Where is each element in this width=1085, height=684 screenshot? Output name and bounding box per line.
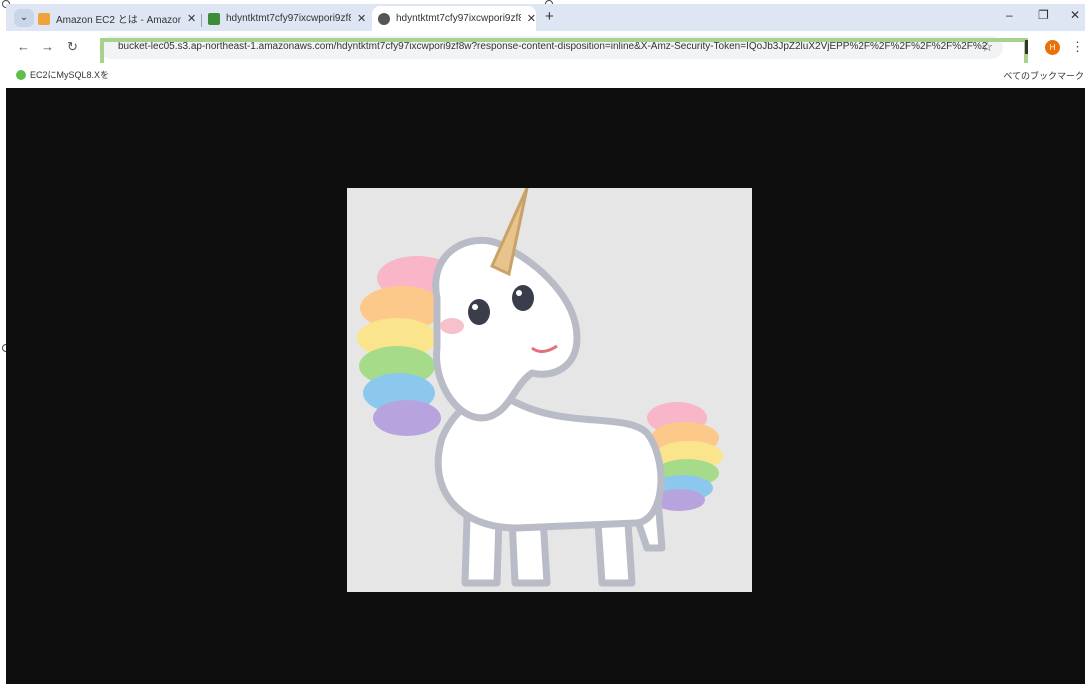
profile-avatar[interactable]: H [1045,40,1060,55]
right-eye [512,285,534,311]
s3-icon [208,12,220,25]
globe-icon [378,12,390,25]
unicorn-image [347,188,752,592]
page-viewport [6,88,1085,684]
close-icon[interactable]: ✕ [187,12,196,25]
tab-current[interactable]: hdyntktmt7cfy97ixcwpori9zf8w ✕ [372,6,536,31]
bookmark-favicon [16,69,26,80]
bookmark-label: EC2にMySQL8.Xを [30,70,110,80]
reload-icon[interactable]: ↻ [67,39,78,55]
left-eye [468,299,490,325]
bookmark-item[interactable]: EC2にMySQL8.Xを [16,68,109,81]
cheek [440,318,464,334]
close-icon[interactable]: ✕ [527,12,536,25]
unicorn-body [432,236,666,587]
aws-docs-icon [38,12,50,25]
tab-title: hdyntktmt7cfy97ixcwpori9zf8w [396,13,521,24]
tab-amazon-ec2[interactable]: Amazon EC2 とは - Amazon Ela ✕ [38,6,198,31]
tab-title: hdyntktmt7cfy97ixcwpori9zf8w [226,13,351,24]
all-bookmarks-button[interactable]: べてのブックマーク [1003,69,1084,82]
tab-strip: ⌄ Amazon EC2 とは - Amazon Ela ✕ hdyntktmt… [6,4,1085,31]
new-tab-button[interactable]: + [545,8,554,25]
close-icon[interactable]: ✕ [357,12,366,25]
tab-s3-object[interactable]: hdyntktmt7cfy97ixcwpori9zf8w ✕ [208,6,368,31]
extension-icon[interactable] [1025,40,1028,54]
back-icon[interactable]: ← [17,39,30,54]
menu-icon[interactable]: ⋮ [1071,39,1084,55]
minimize-button[interactable]: – [1006,8,1013,22]
restore-button[interactable]: ❐ [1038,8,1049,22]
tab-title: Amazon EC2 とは - Amazon Ela [56,15,181,26]
close-window-button[interactable]: ✕ [1070,8,1080,22]
bookmark-bar: EC2にMySQL8.Xを べてのブックマーク [6,63,1085,88]
tab-search-button[interactable]: ⌄ [14,9,34,27]
unicorn-illustration [357,188,723,587]
forward-icon[interactable]: → [41,39,54,54]
tab-separator [201,14,202,27]
